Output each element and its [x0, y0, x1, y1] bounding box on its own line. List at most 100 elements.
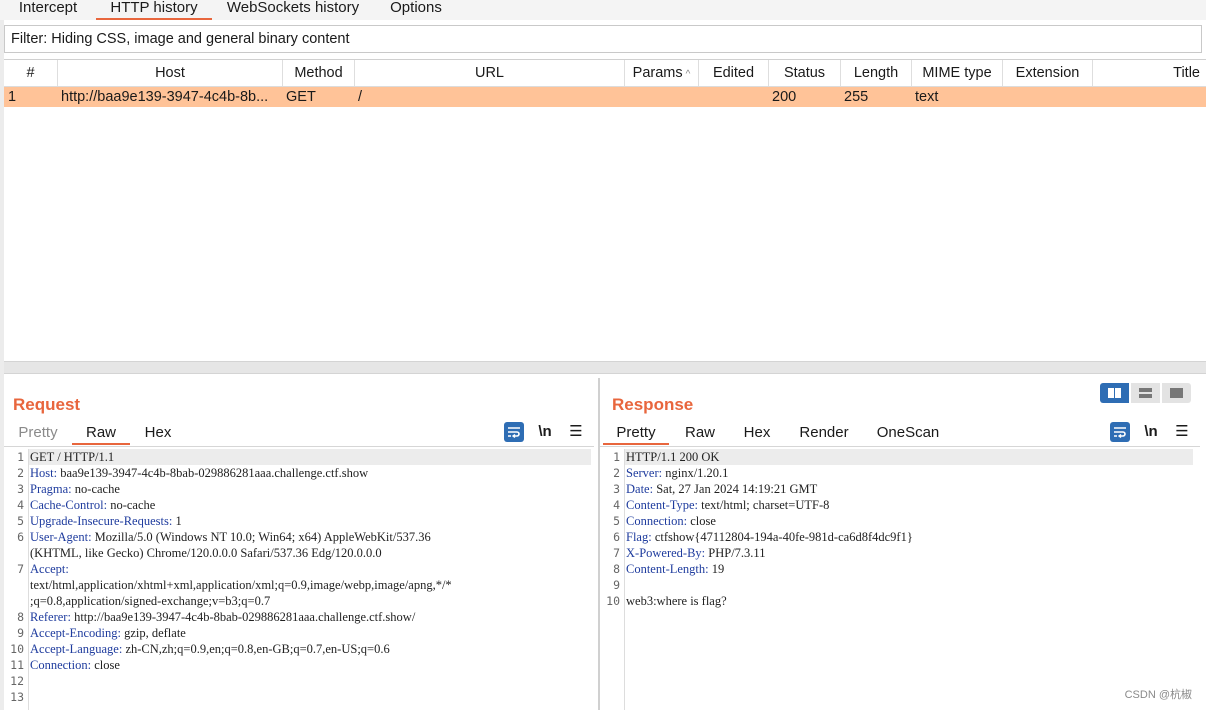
- response-code-line: Content-Type: text/html; charset=UTF-8: [626, 497, 829, 513]
- single-pane-icon: [1170, 388, 1183, 398]
- response-header-value: PHP/7.3.11: [705, 546, 766, 560]
- response-line-number: 4: [613, 498, 620, 512]
- table-header: # Host Method URL Params ^ Edited Status …: [4, 60, 1206, 87]
- col-header-number[interactable]: #: [4, 60, 58, 86]
- response-code-line: Flag: ctfshow{47112804-194a-40fe-981d-ca…: [626, 529, 913, 545]
- response-code-line: web3:where is flag?: [626, 593, 727, 609]
- request-code-line: Accept:: [30, 561, 69, 577]
- request-menu-icon[interactable]: ☰: [566, 422, 586, 442]
- main-tab-bar: Intercept HTTP history WebSockets histor…: [0, 0, 1206, 20]
- col-header-length[interactable]: Length: [841, 60, 912, 86]
- request-code-line: (KHTML, like Gecko) Chrome/120.0.0.0 Saf…: [30, 545, 382, 561]
- request-editor[interactable]: 1 GET / HTTP/1.1 2 Host: baa9e139-3947-4c4b…: [8, 449, 594, 710]
- request-wrap-lines-button[interactable]: [504, 422, 524, 442]
- response-title: Response: [612, 395, 694, 414]
- request-title: Request: [13, 395, 81, 414]
- request-header-value: gzip, deflate: [120, 626, 186, 640]
- request-header-value: close: [91, 658, 120, 672]
- col-header-params[interactable]: Params ^: [625, 60, 699, 86]
- filter-text: Filter: Hiding CSS, image and general bi…: [11, 31, 350, 47]
- request-header-key: Upgrade-Insecure-Requests:: [30, 514, 173, 528]
- request-pane: Request Pretty Raw Hex \n ☰ 1 GET / HTTP/…: [4, 378, 598, 710]
- cell-method: GET: [286, 89, 316, 105]
- response-menu-icon[interactable]: ☰: [1172, 422, 1192, 442]
- response-tab-onescan[interactable]: OneScan: [870, 423, 946, 445]
- layout-toggle-group: [1100, 383, 1194, 403]
- tab-http-history[interactable]: HTTP history: [96, 0, 212, 20]
- table-row[interactable]: 1 http://baa9e139-3947-4c4b-8b... GET / …: [4, 87, 1206, 107]
- response-tab-hex[interactable]: Hex: [734, 423, 780, 445]
- response-code-line: Content-Length: 19: [626, 561, 724, 577]
- request-header-key: Host:: [30, 466, 58, 480]
- layout-top-bottom-button[interactable]: [1131, 383, 1160, 403]
- request-code-line: Referer: http://baa9e139-3947-4c4b-8bab-…: [30, 609, 415, 625]
- request-tab-divider: [4, 446, 594, 447]
- filter-bar[interactable]: Filter: Hiding CSS, image and general bi…: [4, 25, 1202, 53]
- response-tab-pretty[interactable]: Pretty: [603, 423, 669, 445]
- request-code-line: Cache-Control: no-cache: [30, 497, 155, 513]
- request-header-value: GET / HTTP/1.1: [30, 450, 115, 464]
- response-code-line: HTTP/1.1 200 OK: [626, 449, 719, 465]
- request-header-value: no-cache: [107, 498, 156, 512]
- response-editor[interactable]: 1 HTTP/1.1 200 OK 2 Server: nginx/1.20.1 3 Da…: [604, 449, 1202, 710]
- response-header-key: Date:: [626, 482, 654, 496]
- request-tab-hex[interactable]: Hex: [134, 423, 182, 445]
- request-line-number: 11: [10, 658, 24, 672]
- request-newline-toggle[interactable]: \n: [534, 422, 556, 442]
- col-header-status[interactable]: Status: [769, 60, 841, 86]
- response-newline-toggle[interactable]: \n: [1140, 422, 1162, 442]
- request-line-number: 12: [10, 674, 24, 688]
- col-header-title[interactable]: Title: [1093, 60, 1206, 86]
- request-header-value: baa9e139-3947-4c4b-8bab-029886281aaa.cha…: [57, 466, 369, 480]
- request-line-number: [8, 545, 24, 561]
- response-code-line: Server: nginx/1.20.1: [626, 465, 728, 481]
- response-wrap-lines-button[interactable]: [1110, 422, 1130, 442]
- response-line-number: 3: [613, 482, 620, 496]
- col-header-extension[interactable]: Extension: [1003, 60, 1093, 86]
- response-line-number: 5: [613, 514, 620, 528]
- response-header-key: X-Powered-By:: [626, 546, 706, 560]
- request-code-line: ;q=0.8,application/signed-exchange;v=b3;…: [30, 593, 270, 609]
- request-tab-pretty[interactable]: Pretty: [10, 423, 66, 445]
- col-header-method[interactable]: Method: [283, 60, 355, 86]
- col-header-host[interactable]: Host: [58, 60, 283, 86]
- layout-tabs-button[interactable]: [1162, 383, 1191, 403]
- response-header-key: Connection:: [626, 514, 688, 528]
- request-code-line: Connection: close: [30, 657, 120, 673]
- request-header-key: Accept-Language:: [30, 642, 123, 656]
- response-header-value: web3:where is flag?: [626, 594, 727, 608]
- layout-side-by-side-button[interactable]: [1100, 383, 1129, 403]
- request-header-value: no-cache: [71, 482, 120, 496]
- tab-websockets-history[interactable]: WebSockets history: [222, 0, 364, 20]
- request-header-value: Mozilla/5.0 (Windows NT 10.0; Win64; x64…: [91, 530, 431, 544]
- tab-options[interactable]: Options: [378, 0, 454, 20]
- request-line-number: 1: [17, 450, 24, 464]
- response-header-value: close: [687, 514, 716, 528]
- col-header-url[interactable]: URL: [355, 60, 625, 86]
- response-header-key: Content-Type:: [626, 498, 699, 512]
- response-line-number: 7: [613, 546, 620, 560]
- request-header-key: Accept-Encoding:: [30, 626, 121, 640]
- cell-url: /: [358, 89, 363, 105]
- col-header-edited[interactable]: Edited: [699, 60, 769, 86]
- request-line-number: [8, 593, 24, 609]
- request-header-value: (KHTML, like Gecko) Chrome/120.0.0.0 Saf…: [30, 546, 382, 560]
- pane-splitter[interactable]: [4, 361, 1206, 374]
- response-tab-raw[interactable]: Raw: [675, 423, 725, 445]
- cell-number: 1: [8, 89, 17, 105]
- response-tab-render[interactable]: Render: [792, 423, 856, 445]
- tab-intercept[interactable]: Intercept: [8, 0, 88, 20]
- response-line-number: 9: [613, 578, 620, 592]
- response-line-number: 8: [613, 562, 620, 576]
- request-tab-raw[interactable]: Raw: [72, 423, 130, 445]
- request-line-number: 9: [17, 626, 24, 640]
- response-header-value: Sat, 27 Jan 2024 14:19:21 GMT: [653, 482, 818, 496]
- request-header-key: Connection:: [30, 658, 92, 672]
- response-header-value: text/html; charset=UTF-8: [698, 498, 830, 512]
- cell-host: http://baa9e139-3947-4c4b-8b...: [61, 89, 269, 105]
- request-line-number: 4: [17, 498, 24, 512]
- col-header-mime-type[interactable]: MIME type: [912, 60, 1003, 86]
- request-header-key: Accept:: [30, 562, 69, 576]
- request-code-line: Accept-Encoding: gzip, deflate: [30, 625, 186, 641]
- wrap-lines-icon: [508, 427, 520, 439]
